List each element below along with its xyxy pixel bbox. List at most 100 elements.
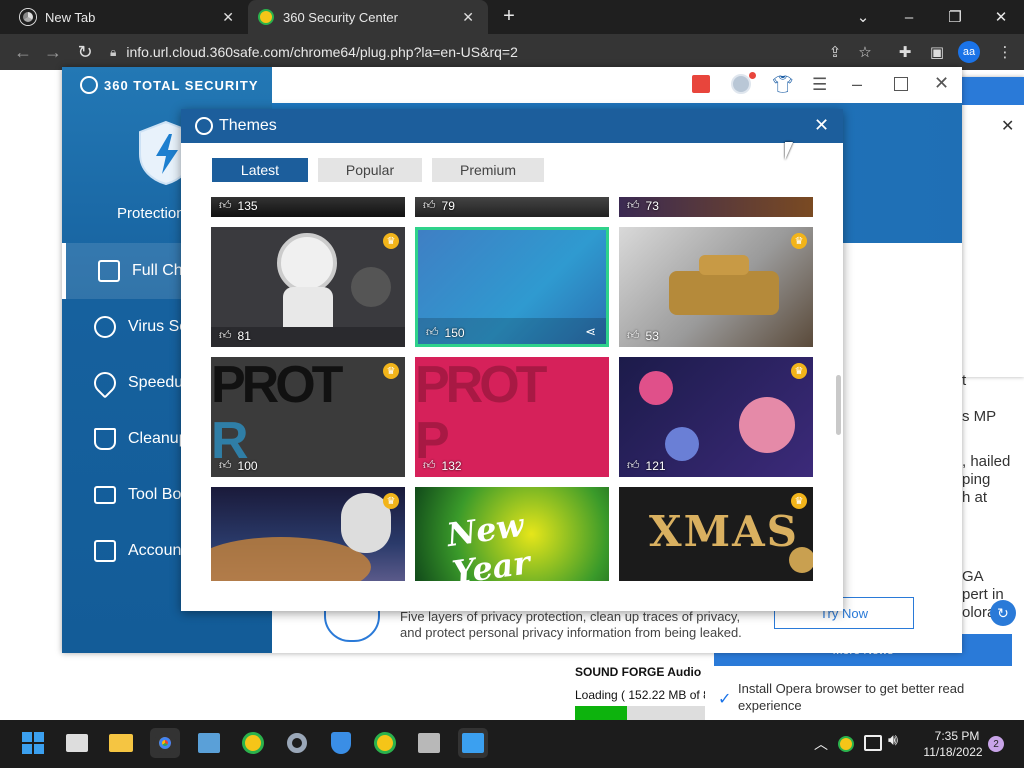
theme-card[interactable]: 👍︎ 79 (415, 197, 609, 217)
app-window-icon[interactable] (458, 728, 488, 758)
file-explorer-icon[interactable] (106, 728, 136, 758)
show-hidden-icons[interactable]: ︿ (814, 734, 828, 754)
theme-card[interactable]: 👍︎ 135 (211, 197, 405, 217)
tab-new-tab[interactable]: New Tab ✕ (0, 0, 248, 34)
close-window-button[interactable]: ✕ (978, 0, 1024, 34)
theme-card-tank[interactable]: ♛ 👍︎ 53 (619, 227, 813, 347)
forward-icon[interactable]: → (38, 34, 68, 70)
crown-icon: ♛ (383, 233, 399, 249)
chrome-taskbar-icon[interactable] (150, 728, 180, 758)
new-tab-button[interactable]: + (498, 6, 520, 28)
thumbs-up-icon: 👍︎ (423, 198, 436, 212)
astronaut-image (277, 233, 337, 293)
crown-icon: ♛ (383, 363, 399, 379)
bokeh-image (639, 371, 673, 405)
close-icon[interactable]: ✕ (1001, 116, 1014, 136)
thumbs-up-icon: 👍︎ (627, 458, 640, 472)
nav-label: Account (128, 542, 186, 559)
share-icon[interactable]: ⇪ (822, 34, 848, 70)
dialog-scrollbar[interactable] (836, 375, 841, 435)
theme-card-protect-dark[interactable]: PROT R ♛ 👍︎ 100 (211, 357, 405, 477)
refresh-icon[interactable]: ↻ (990, 600, 1016, 626)
bookmark-star-icon[interactable]: ☆ (852, 34, 878, 70)
360-logo-icon (80, 76, 98, 94)
url-field[interactable]: 🔒︎ info.url.cloud.360safe.com/chrome64/p… (110, 39, 550, 65)
avatar-initials: aa (962, 46, 976, 58)
360-taskbar-icon[interactable] (238, 728, 268, 758)
activity-icon (98, 260, 120, 282)
privacy-text: and protect personal privacy information… (400, 625, 742, 640)
minimize-button[interactable]: – (886, 0, 932, 34)
theme-card-xmas[interactable]: XMAS ♛ (619, 487, 813, 581)
clock-time[interactable]: 7:35 PM (932, 729, 982, 743)
thumbs-up-icon: 👍︎ (426, 325, 439, 339)
theme-card-blue-gradient[interactable]: 👍︎ 150 ⋖ (415, 227, 609, 347)
tab-360-security-center[interactable]: 360 Security Center ✕ (248, 0, 488, 34)
download-progress-bar (575, 706, 705, 720)
tab-popular[interactable]: Popular (318, 158, 422, 182)
tab-premium[interactable]: Premium (432, 158, 544, 182)
sidepanel-icon[interactable]: ▣ (924, 34, 950, 70)
restore-button[interactable]: ❐ (932, 0, 978, 34)
task-view-icon[interactable] (62, 728, 92, 758)
reload-icon[interactable]: ↻ (70, 34, 100, 70)
nav-label: Virus Sc (128, 318, 188, 335)
ornament-image (789, 547, 813, 573)
themes-dialog-header: Themes (181, 109, 843, 143)
theme-card-new-year[interactable]: New Year (415, 487, 609, 581)
app-brand: 360 TOTAL SECURITY (80, 76, 259, 94)
crown-icon: ♛ (383, 493, 399, 509)
app-close-button[interactable]: ✕ (934, 73, 949, 94)
volume-icon[interactable]: 🔊︎ (888, 732, 898, 750)
protection-label: Protection (117, 205, 185, 222)
menu-icon[interactable]: ⋮ (992, 34, 1018, 70)
theme-card[interactable]: 👍︎ 73 (619, 197, 813, 217)
new-year-title: New Year (444, 505, 533, 581)
theme-card-astronaut[interactable]: ♛ 👍︎ 81 (211, 227, 405, 347)
close-icon[interactable]: ✕ (462, 9, 474, 26)
theme-grid: 👍︎ 135 👍︎ 79 👍︎ 73 ♛ 👍︎ 81 👍︎ 150 ⋖ ♛ 👍︎ 53 PR… (211, 197, 813, 581)
thumbs-up-icon: 👍︎ (627, 198, 640, 212)
bg-fragment: , hailed (962, 453, 1011, 470)
dialog-close-button[interactable]: ✕ (814, 115, 829, 136)
crown-icon: ♛ (791, 363, 807, 379)
dialog-title: Themes (219, 117, 277, 134)
theme-card-bokeh[interactable]: ♛ 👍︎ 121 (619, 357, 813, 477)
app-maximize-button[interactable] (894, 77, 908, 91)
theme-card-protect-pink[interactable]: PROT P 👍︎ 132 (415, 357, 609, 477)
likes-count: 👍︎ 150 (426, 325, 465, 340)
download-title: SOUND FORGE Audio Stu (575, 665, 705, 679)
start-windows-icon[interactable] (18, 728, 48, 758)
settings-gear-icon[interactable] (282, 728, 312, 758)
app-taskbar-icon[interactable] (194, 728, 224, 758)
360-tray-icon[interactable] (838, 736, 854, 752)
installer-icon[interactable] (414, 728, 444, 758)
download-progress-fill (575, 706, 627, 720)
likes-count: 👍︎ 100 (219, 458, 258, 473)
close-icon[interactable]: ✕ (222, 9, 234, 26)
hamburger-menu-icon[interactable]: ☰ (812, 76, 827, 93)
share-icon[interactable]: ⋖ (585, 324, 596, 340)
tshirt-theme-icon[interactable]: 👕︎ (772, 76, 794, 93)
bg-fragment: s MP (962, 408, 997, 425)
lock-icon: 🔒︎ (110, 44, 117, 59)
network-icon[interactable] (864, 735, 882, 751)
bg-fragment: t (962, 372, 967, 389)
tab-latest[interactable]: Latest (212, 158, 308, 182)
user-avatar-icon[interactable] (731, 74, 751, 94)
app-minimize-button[interactable]: – (852, 74, 862, 95)
back-icon[interactable]: ← (8, 34, 38, 70)
defender-shield-icon[interactable] (326, 728, 356, 758)
tab-search-icon[interactable]: ⌄ (840, 0, 886, 34)
gift-icon[interactable] (692, 75, 710, 93)
likes-count: 👍︎ 73 (627, 198, 659, 213)
account-icon (94, 540, 116, 562)
extensions-icon[interactable]: ✚ (892, 34, 918, 70)
avatar[interactable]: aa (958, 41, 980, 63)
crown-icon: ♛ (791, 493, 807, 509)
notification-badge[interactable]: 2 (988, 736, 1004, 752)
opera-checkbox[interactable]: ✓ (718, 689, 731, 709)
clock-date[interactable]: 11/18/2022 (918, 745, 988, 759)
theme-card-space-astronaut[interactable]: ♛ (211, 487, 405, 581)
360-secondary-icon[interactable] (370, 728, 400, 758)
